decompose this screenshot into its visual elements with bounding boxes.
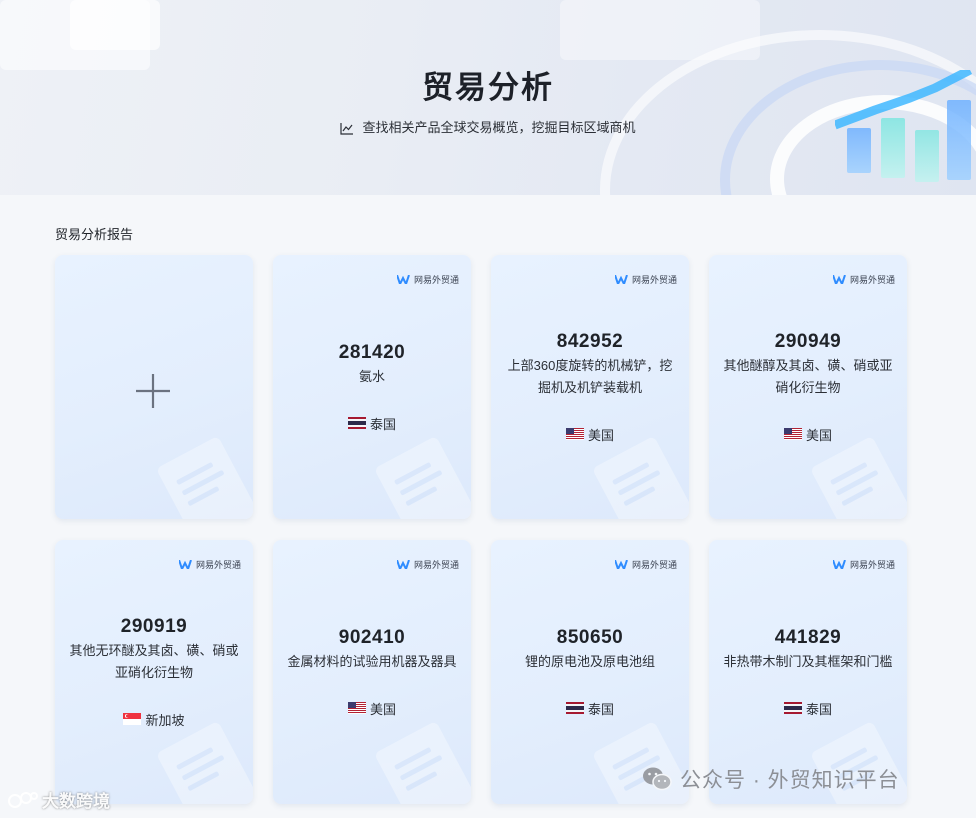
report-card[interactable]: 网易外贸通 842952 上部360度旋转的机械铲，挖掘机及机铲装载机 美国 xyxy=(491,255,689,519)
country-name: 美国 xyxy=(587,427,614,443)
product-name: 非热带木制门及其框架和门槛 xyxy=(723,653,893,669)
usa-flag-icon xyxy=(783,428,802,440)
report-card[interactable]: 网易外贸通 290949 其他醚醇及其卤、磺、硝或亚硝化衍生物 美国 xyxy=(709,255,907,519)
thailand-flag-icon xyxy=(783,702,802,714)
product-name: 锂的原电池及原电池组 xyxy=(524,653,655,669)
document-watermark-icon xyxy=(158,437,253,519)
country: 美国 xyxy=(347,699,396,718)
product-name: 金属材料的试验用机器及器具 xyxy=(287,653,457,669)
country: 泰国 xyxy=(783,699,832,718)
section-title: 贸易分析报告 xyxy=(55,227,134,242)
hs-code: 290919 xyxy=(120,615,188,637)
plus-icon xyxy=(136,374,170,408)
country: 新加坡 xyxy=(123,710,185,729)
product-name: 其他无环醚及其卤、磺、硝或亚硝化衍生物 xyxy=(69,642,239,680)
hs-code: 290949 xyxy=(774,330,842,352)
report-card[interactable]: 网易外贸通 290919 其他无环醚及其卤、磺、硝或亚硝化衍生物 新加坡 xyxy=(55,540,253,804)
thailand-flag-icon xyxy=(565,702,584,714)
country: 美国 xyxy=(783,425,832,444)
thailand-flag-icon xyxy=(347,417,366,429)
hero-banner: 贸易分析 查找相关产品全球交易概览，挖掘目标区域商机 xyxy=(0,0,976,195)
country-name: 泰国 xyxy=(369,416,396,432)
add-report-card[interactable] xyxy=(55,255,253,519)
country: 泰国 xyxy=(347,414,396,433)
report-card[interactable]: 网易外贸通 902410 金属材料的试验用机器及器具 美国 xyxy=(273,540,471,804)
wechat-icon xyxy=(643,767,672,791)
usa-flag-icon xyxy=(565,428,584,440)
page-subtitle: 查找相关产品全球交易概览，挖掘目标区域商机 xyxy=(0,117,976,136)
hs-code: 441829 xyxy=(774,626,842,648)
country: 美国 xyxy=(565,425,614,444)
hs-code: 842952 xyxy=(556,330,624,352)
report-card[interactable]: 网易外贸通 281420 氨水 泰国 xyxy=(273,255,471,519)
singapore-flag-icon xyxy=(123,713,142,725)
country: 泰国 xyxy=(565,699,614,718)
usa-flag-icon xyxy=(347,702,366,714)
watermark-right-text: 公众号 · 外贸知识平台 xyxy=(680,769,900,792)
hs-code: 902410 xyxy=(338,626,406,648)
page-subtitle-text: 查找相关产品全球交易概览，挖掘目标区域商机 xyxy=(362,120,636,135)
country-name: 美国 xyxy=(369,701,396,717)
watermark-left-text: 大数跨境 xyxy=(42,792,110,811)
country-name: 美国 xyxy=(805,427,832,443)
logo-icon xyxy=(8,791,38,808)
hs-code: 281420 xyxy=(338,341,406,363)
line-chart-icon xyxy=(340,123,354,135)
country-name: 泰国 xyxy=(587,701,614,717)
page-title: 贸易分析 xyxy=(422,70,554,105)
country-name: 新加坡 xyxy=(145,712,185,728)
hs-code: 850650 xyxy=(556,626,624,648)
country-name: 泰国 xyxy=(805,701,832,717)
product-name: 其他醚醇及其卤、磺、硝或亚硝化衍生物 xyxy=(723,357,893,395)
watermark-right: 公众号 · 外贸知识平台 xyxy=(642,764,900,794)
product-name: 氨水 xyxy=(358,368,385,384)
watermark-left: 大数跨境 xyxy=(8,787,110,812)
product-name: 上部360度旋转的机械铲，挖掘机及机铲装载机 xyxy=(507,357,673,395)
